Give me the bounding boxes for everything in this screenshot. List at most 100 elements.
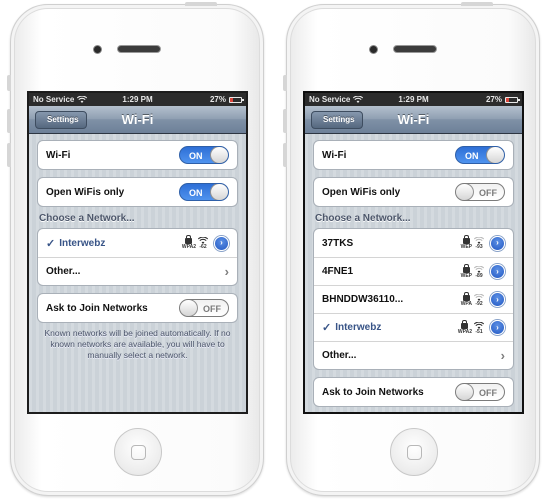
- network-name: 4FNE1: [322, 266, 354, 277]
- wifi-status-icon: [353, 96, 364, 103]
- detail-disclosure-icon[interactable]: ›: [490, 235, 505, 251]
- volume-down-button: [283, 143, 287, 167]
- chevron-right-icon: ›: [224, 264, 229, 279]
- choose-network-header: Choose a Network...: [315, 213, 411, 224]
- mute-switch: [7, 75, 11, 91]
- mute-switch: [283, 75, 287, 91]
- open-wifi-row: Open WiFis only ON: [38, 178, 237, 206]
- open-wifi-label: Open WiFis only: [46, 186, 125, 198]
- screen: No Service 1:29 PM 27% Settings Wi-Fi Wi…: [27, 91, 248, 414]
- chevron-right-icon: ›: [500, 348, 505, 363]
- network-row-4fne1[interactable]: 4FNE1 WEP -89 ›: [314, 257, 513, 285]
- signal-strength: -62: [199, 244, 207, 250]
- network-name: Interwebz: [335, 322, 382, 333]
- ask-join-row: Ask to Join Networks OFF: [314, 378, 513, 406]
- carrier-label: No Service: [33, 95, 75, 104]
- volume-up-button: [7, 109, 11, 133]
- checkmark-icon: ✓: [46, 237, 56, 250]
- ask-join-toggle[interactable]: OFF: [455, 383, 505, 401]
- signal-strength: -92: [475, 300, 483, 307]
- settings-back-button[interactable]: Settings: [35, 111, 87, 129]
- open-wifi-label: Open WiFis only: [322, 186, 401, 198]
- ask-join-label: Ask to Join Networks: [46, 302, 148, 314]
- detail-disclosure-icon[interactable]: ›: [490, 292, 505, 307]
- security-type: WPA2: [457, 328, 472, 335]
- other-network-row[interactable]: Other... ›: [314, 341, 513, 369]
- detail-disclosure-icon[interactable]: ›: [490, 320, 505, 335]
- wifi-label: Wi-Fi: [322, 149, 347, 161]
- network-list: ✓ Interwebz WPA2 -62 › Other... ›: [37, 228, 238, 286]
- ask-join-group: Ask to Join Networks OFF: [37, 293, 238, 323]
- open-wifi-toggle[interactable]: OFF: [455, 183, 505, 201]
- security-type: WEP: [460, 272, 472, 279]
- front-camera: [369, 45, 378, 54]
- wifi-status-icon: [77, 96, 88, 103]
- power-button: [461, 2, 493, 6]
- status-bar: No Service 1:29 PM 27%: [305, 93, 522, 106]
- signal-strength: -51: [475, 328, 483, 335]
- ask-join-footnote: Known networks will be joined automatica…: [44, 328, 231, 360]
- wifi-row: Wi-Fi ON: [314, 141, 513, 169]
- open-wifi-toggle[interactable]: ON: [179, 183, 229, 201]
- detail-disclosure-icon[interactable]: ›: [490, 264, 505, 279]
- network-row-interwebz[interactable]: ✓ Interwebz WPA2 -51 ›: [314, 313, 513, 341]
- wifi-toggle[interactable]: ON: [179, 146, 229, 164]
- signal-strength: -89: [475, 272, 483, 279]
- wifi-row: Wi-Fi ON: [38, 141, 237, 169]
- signal-strength: -93: [475, 244, 483, 250]
- volume-down-button: [7, 143, 11, 167]
- detail-disclosure-icon[interactable]: ›: [214, 235, 229, 251]
- wifi-group: Wi-Fi ON: [313, 140, 514, 170]
- status-bar: No Service 1:29 PM 27%: [29, 93, 246, 106]
- home-square-icon: [131, 445, 146, 460]
- volume-up-button: [283, 109, 287, 133]
- ask-join-label: Ask to Join Networks: [322, 386, 424, 398]
- network-row-37tks[interactable]: 37TKS WEP -93 ›: [314, 229, 513, 257]
- open-wifi-row: Open WiFis only OFF: [314, 178, 513, 206]
- lock-icon: [462, 263, 470, 273]
- earpiece-speaker: [117, 45, 161, 53]
- page-title: Wi-Fi: [397, 112, 430, 127]
- other-network-row[interactable]: Other... ›: [38, 257, 237, 285]
- signal-icon: [474, 237, 484, 244]
- signal-icon: [198, 237, 208, 244]
- signal-icon: [474, 265, 484, 273]
- home-button[interactable]: [114, 428, 162, 476]
- settings-back-button[interactable]: Settings: [311, 111, 363, 129]
- signal-icon: [474, 321, 484, 329]
- open-wifi-group: Open WiFis only OFF: [313, 177, 514, 207]
- lock-icon: [462, 235, 470, 244]
- network-row-interwebz[interactable]: ✓ Interwebz WPA2 -62 ›: [38, 229, 237, 257]
- battery-percent: 27%: [485, 95, 502, 104]
- home-button[interactable]: [390, 428, 438, 476]
- battery-icon: [505, 96, 520, 103]
- network-name: 37TKS: [322, 237, 354, 249]
- wifi-toggle[interactable]: ON: [455, 146, 505, 164]
- lock-icon: [462, 291, 470, 301]
- navigation-bar: Settings Wi-Fi: [305, 106, 522, 134]
- wifi-label: Wi-Fi: [46, 149, 71, 161]
- ask-join-toggle[interactable]: OFF: [179, 299, 229, 317]
- carrier-label: No Service: [309, 95, 351, 104]
- ask-join-row: Ask to Join Networks OFF: [38, 294, 237, 322]
- network-name: BHNDDW36110...: [322, 294, 404, 305]
- network-list: 37TKS WEP -93 › 4FNE1 WEP -89 › BHNDDW36…: [313, 228, 514, 370]
- security-type: WEP: [460, 244, 472, 250]
- navigation-bar: Settings Wi-Fi: [29, 106, 246, 134]
- power-button: [185, 2, 217, 6]
- earpiece-speaker: [393, 45, 437, 53]
- network-name: Interwebz: [59, 237, 106, 249]
- signal-icon: [474, 293, 484, 301]
- choose-network-header: Choose a Network...: [39, 213, 135, 224]
- lock-icon: [461, 319, 469, 329]
- lock-icon: [185, 235, 193, 244]
- other-label: Other...: [322, 350, 357, 361]
- network-row-bhnddw[interactable]: BHNDDW36110... WPA -92 ›: [314, 285, 513, 313]
- screen: No Service 1:29 PM 27% Settings Wi-Fi Wi…: [303, 91, 524, 414]
- page-title: Wi-Fi: [121, 112, 154, 127]
- home-square-icon: [407, 445, 422, 460]
- front-camera: [93, 45, 102, 54]
- iphone-right: No Service 1:29 PM 27% Settings Wi-Fi Wi…: [283, 2, 540, 496]
- other-label: Other...: [46, 266, 81, 277]
- battery-percent: 27%: [209, 95, 226, 104]
